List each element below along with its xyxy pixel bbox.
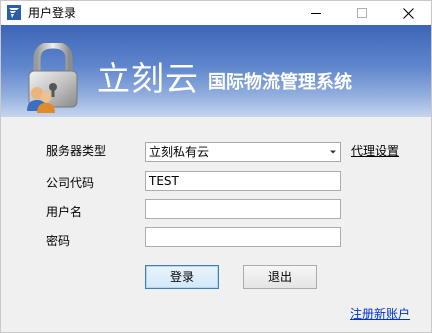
username-input[interactable] bbox=[145, 199, 341, 219]
brand-banner: 立刻云 国际物流管理系统 bbox=[1, 25, 431, 117]
maximize-icon bbox=[357, 8, 367, 18]
login-button[interactable]: 登录 bbox=[145, 265, 219, 289]
minimize-button[interactable] bbox=[293, 1, 339, 25]
server-type-value: 立刻私有云 bbox=[149, 145, 210, 159]
app-logo-icon bbox=[7, 5, 21, 20]
exit-button[interactable]: 退出 bbox=[243, 265, 317, 289]
brand-name: 立刻云 bbox=[97, 59, 199, 98]
register-account-link[interactable]: 注册新账户 bbox=[350, 306, 410, 322]
chevron-down-icon bbox=[330, 150, 336, 154]
close-icon bbox=[402, 7, 414, 19]
proxy-settings-link[interactable]: 代理设置 bbox=[351, 143, 399, 159]
close-button[interactable] bbox=[385, 1, 431, 25]
password-label: 密码 bbox=[46, 234, 71, 248]
padlock-users-icon bbox=[27, 43, 78, 113]
password-input[interactable] bbox=[145, 227, 341, 247]
login-form: 服务器类型 立刻私有云 代理设置 公司代码 用户名 密码 登录 退出 注册新账户 bbox=[1, 117, 431, 332]
maximize-button[interactable] bbox=[339, 1, 385, 25]
company-code-input[interactable] bbox=[145, 171, 341, 191]
username-label: 用户名 bbox=[46, 205, 83, 219]
window-title: 用户登录 bbox=[28, 6, 77, 20]
system-subtitle: 国际物流管理系统 bbox=[208, 72, 352, 93]
minimize-icon bbox=[311, 13, 321, 14]
server-type-select[interactable]: 立刻私有云 bbox=[145, 142, 341, 162]
title-bar: 用户登录 bbox=[1, 1, 431, 25]
company-code-label: 公司代码 bbox=[46, 176, 95, 190]
server-type-label: 服务器类型 bbox=[46, 144, 107, 158]
login-window: 用户登录 立刻云 国际物流管理系统 服务器类型 立刻私有云 代理设置 公司代码 … bbox=[0, 0, 432, 333]
